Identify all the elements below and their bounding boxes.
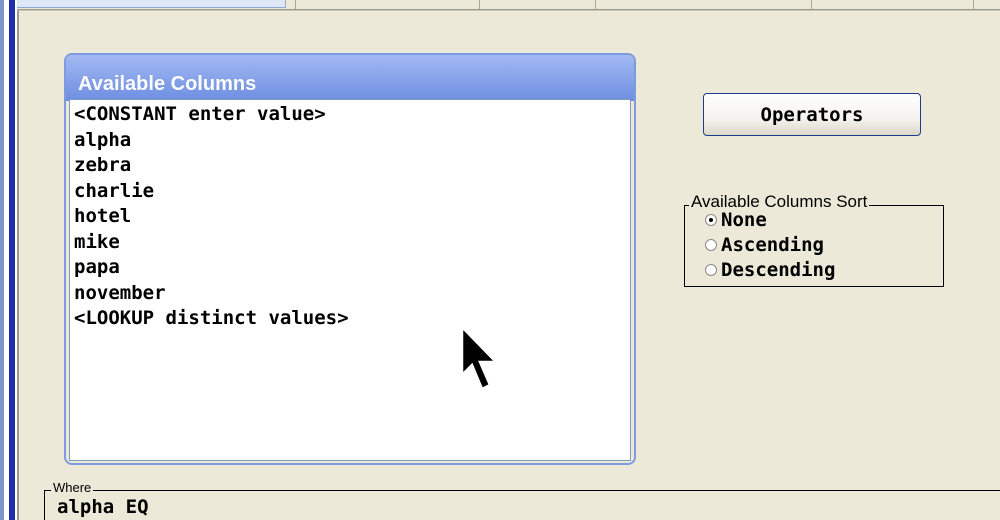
column-list-item[interactable]: alpha [74, 128, 630, 154]
top-divider [594, 0, 596, 9]
top-divider [810, 0, 812, 9]
sort-option-label: Ascending [721, 234, 824, 256]
top-tab[interactable] [0, 0, 286, 8]
column-list-item[interactable]: charlie [74, 179, 630, 205]
column-list-item[interactable]: zebra [74, 153, 630, 179]
available-columns-title: Available Columns [66, 55, 634, 101]
available-columns-listbox[interactable]: <CONSTANT enter value> alpha zebra charlie h… [69, 99, 631, 461]
mouse-pointer-icon [460, 325, 499, 391]
top-divider [294, 0, 296, 9]
column-list-item[interactable]: mike [74, 230, 630, 256]
column-list-item[interactable]: <CONSTANT enter value> [74, 102, 630, 128]
sort-option-none[interactable]: None [705, 208, 767, 232]
available-columns-group: Available Columns <CONSTANT enter value>… [64, 53, 636, 465]
sort-option-label: Descending [721, 259, 836, 281]
left-border-strip [0, 0, 17, 520]
radio-icon[interactable] [705, 239, 717, 251]
column-list-item[interactable]: papa [74, 255, 630, 281]
column-list-item[interactable]: <LOOKUP distinct values> [74, 306, 630, 332]
top-divider [478, 0, 480, 9]
sort-option-descending[interactable]: Descending [705, 258, 835, 282]
radio-icon[interactable] [705, 264, 717, 276]
where-input[interactable]: alpha EQ [57, 496, 149, 518]
top-divider [972, 0, 974, 9]
where-legend: Where [51, 480, 94, 495]
where-group-frame [44, 490, 1000, 520]
column-list-item[interactable]: hotel [74, 204, 630, 230]
window-top-bar [0, 0, 1000, 10]
left-accent [0, 0, 4, 520]
sort-option-ascending[interactable]: Ascending [705, 233, 824, 257]
column-list-item[interactable]: november [74, 281, 630, 307]
operators-button[interactable]: Operators [703, 93, 921, 136]
radio-icon[interactable] [705, 214, 717, 226]
sort-option-label: None [721, 209, 767, 231]
left-selection-bar [9, 0, 15, 520]
